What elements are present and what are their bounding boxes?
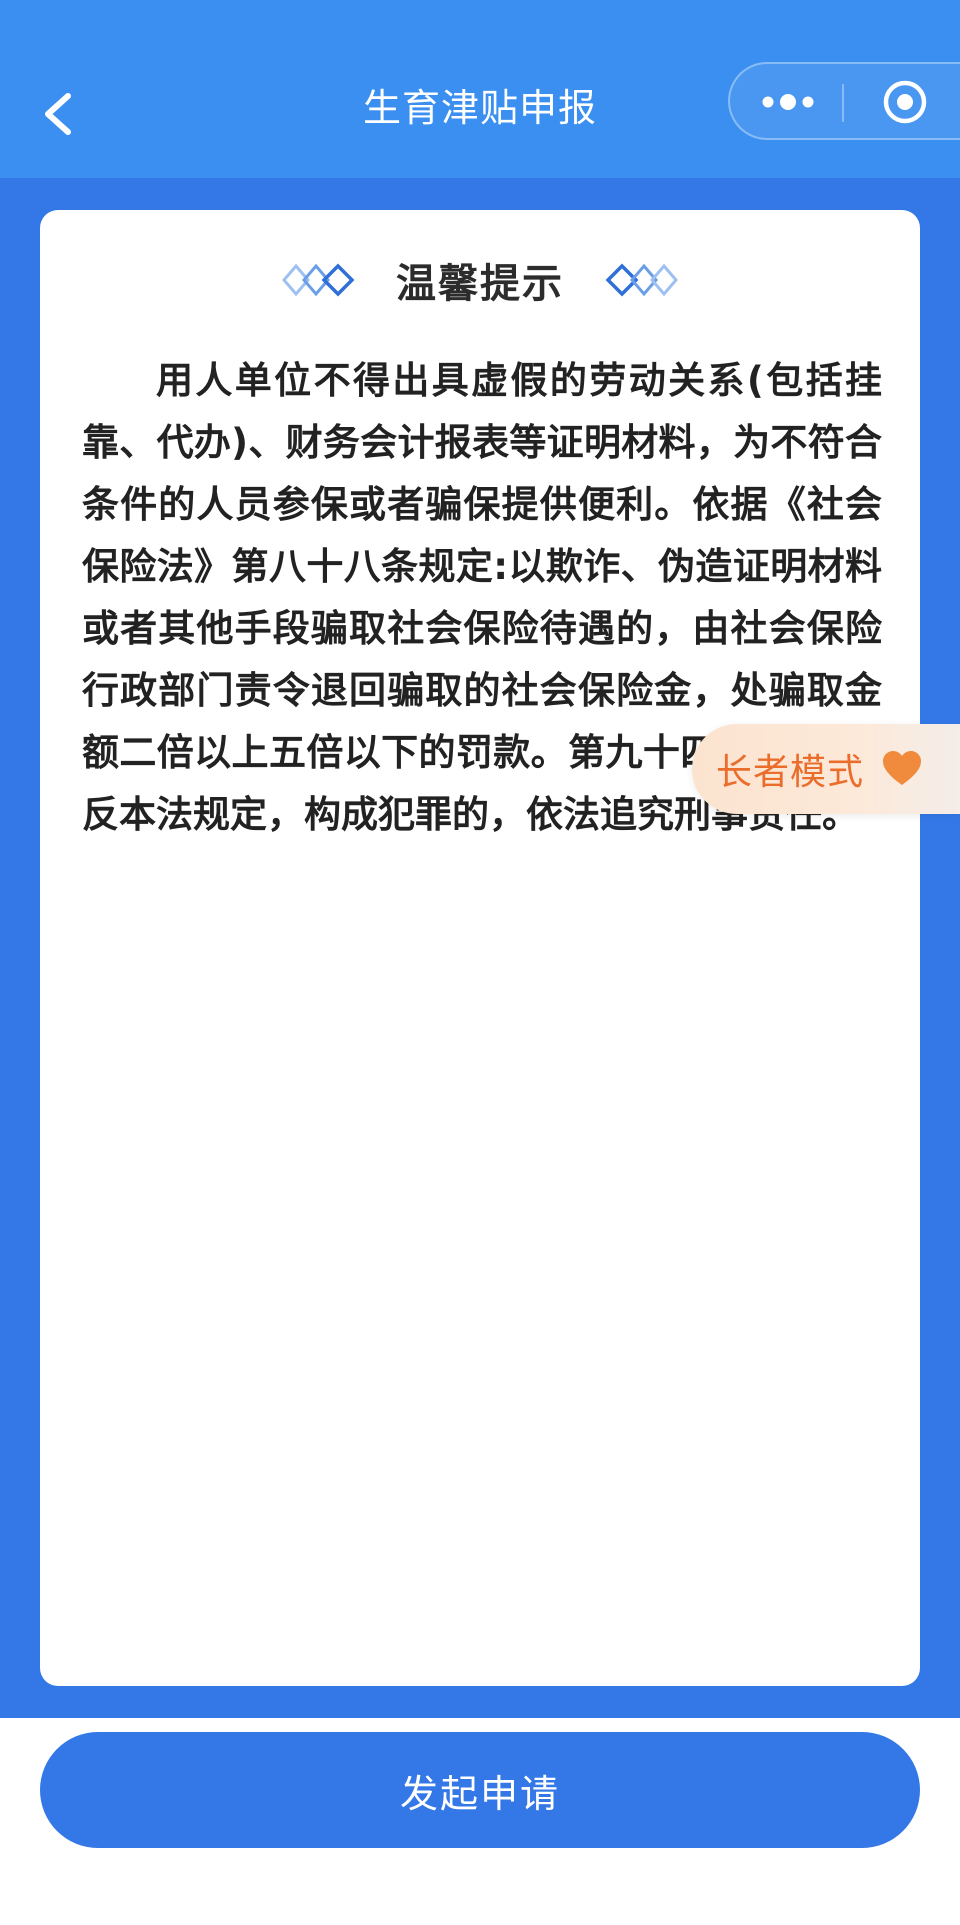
elder-mode-badge[interactable]: 长者模式: [692, 724, 960, 814]
diamond-decoration-icon: [282, 258, 362, 302]
diamond-decoration-icon: [598, 258, 678, 302]
heart-icon: [883, 751, 922, 785]
capsule-divider: [842, 84, 844, 122]
more-dots-icon: [762, 94, 814, 110]
close-target-icon: [883, 80, 927, 124]
mini-program-capsule: [728, 62, 960, 140]
card-header: 温馨提示: [40, 240, 920, 320]
more-button[interactable]: [748, 74, 828, 130]
notice-card: 温馨提示 用人单位不得出具虚假的劳动关系(包括挂靠、代办)、财务会计报表等证明材…: [40, 210, 920, 1686]
elder-mode-label: 长者模式: [716, 752, 865, 793]
card-title: 温馨提示: [396, 261, 564, 307]
close-button[interactable]: [870, 74, 940, 130]
apply-button[interactable]: 发起申请: [40, 1732, 920, 1848]
top-bar: 生育津贴申报: [0, 0, 960, 178]
